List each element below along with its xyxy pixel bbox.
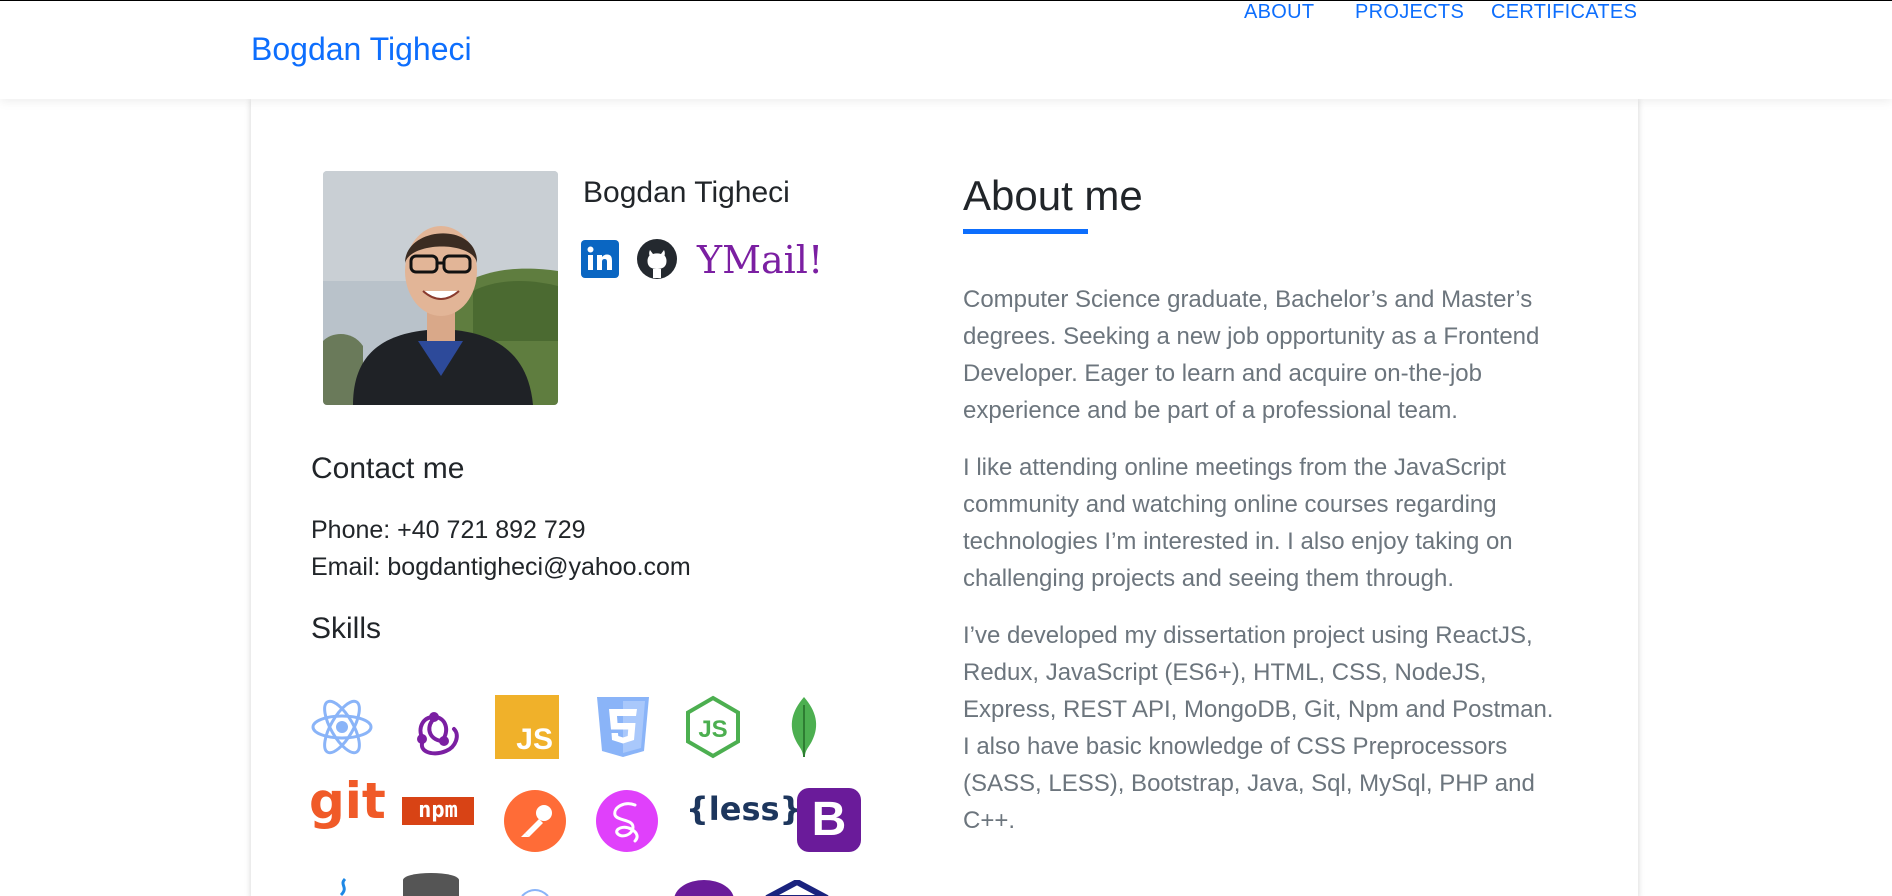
svg-text:JS: JS: [698, 716, 727, 743]
php-icon: [674, 880, 734, 896]
ymail-link[interactable]: YMail!: [697, 236, 824, 284]
contact-email: Email: bogdantigheci@yahoo.com: [311, 553, 691, 581]
about-paragraph-1: Computer Science graduate, Bachelor’s an…: [963, 286, 1540, 424]
less-label: {less}: [686, 790, 803, 828]
navbar: Bogdan Tigheci ABOUT PROJECTS CERTIFICAT…: [0, 1, 1892, 99]
git-icon: git: [309, 772, 386, 836]
profile-name: Bogdan Tigheci: [583, 176, 790, 209]
about-underline: [963, 229, 1088, 234]
redux-icon: [402, 695, 466, 759]
c-plus-plus-icon: [765, 880, 829, 896]
mysql-icon: [402, 872, 460, 896]
postman-icon: [503, 789, 567, 853]
sass-icon: [595, 789, 659, 853]
ymail-text: YMail!: [697, 238, 824, 282]
javascript-label: JS: [516, 723, 553, 756]
nav-link-projects[interactable]: PROJECTS: [1355, 1, 1464, 24]
less-icon: {less}: [686, 790, 802, 834]
linkedin-icon[interactable]: [581, 240, 619, 278]
git-label: git: [309, 772, 386, 830]
css3-icon: [591, 695, 655, 759]
about-title: About me: [963, 172, 1143, 219]
bootstrap-icon: B: [797, 788, 861, 852]
nodejs-icon: JS: [681, 695, 745, 759]
nav-link-certificates[interactable]: CERTIFICATES: [1491, 1, 1637, 24]
mongodb-icon: [772, 695, 836, 759]
about-paragraph-3: I’ve developed my dissertation project u…: [963, 622, 1554, 834]
contact-phone: Phone: +40 721 892 729: [311, 516, 586, 544]
react-icon: [310, 695, 374, 759]
npm-icon: npm: [402, 797, 474, 825]
github-icon[interactable]: [636, 238, 678, 280]
docker-icon: [520, 886, 550, 896]
profile-photo: [323, 171, 558, 405]
skills-title: Skills: [311, 612, 382, 645]
about-paragraph-2: I like attending online meetings from th…: [963, 454, 1513, 592]
brand-link[interactable]: Bogdan Tigheci: [251, 31, 472, 68]
npm-label: npm: [418, 798, 458, 823]
contact-title: Contact me: [311, 452, 465, 485]
nav-link-about[interactable]: ABOUT: [1244, 1, 1314, 24]
bootstrap-label: B: [811, 793, 847, 846]
java-icon: [315, 875, 365, 896]
javascript-icon: JS: [495, 695, 559, 759]
